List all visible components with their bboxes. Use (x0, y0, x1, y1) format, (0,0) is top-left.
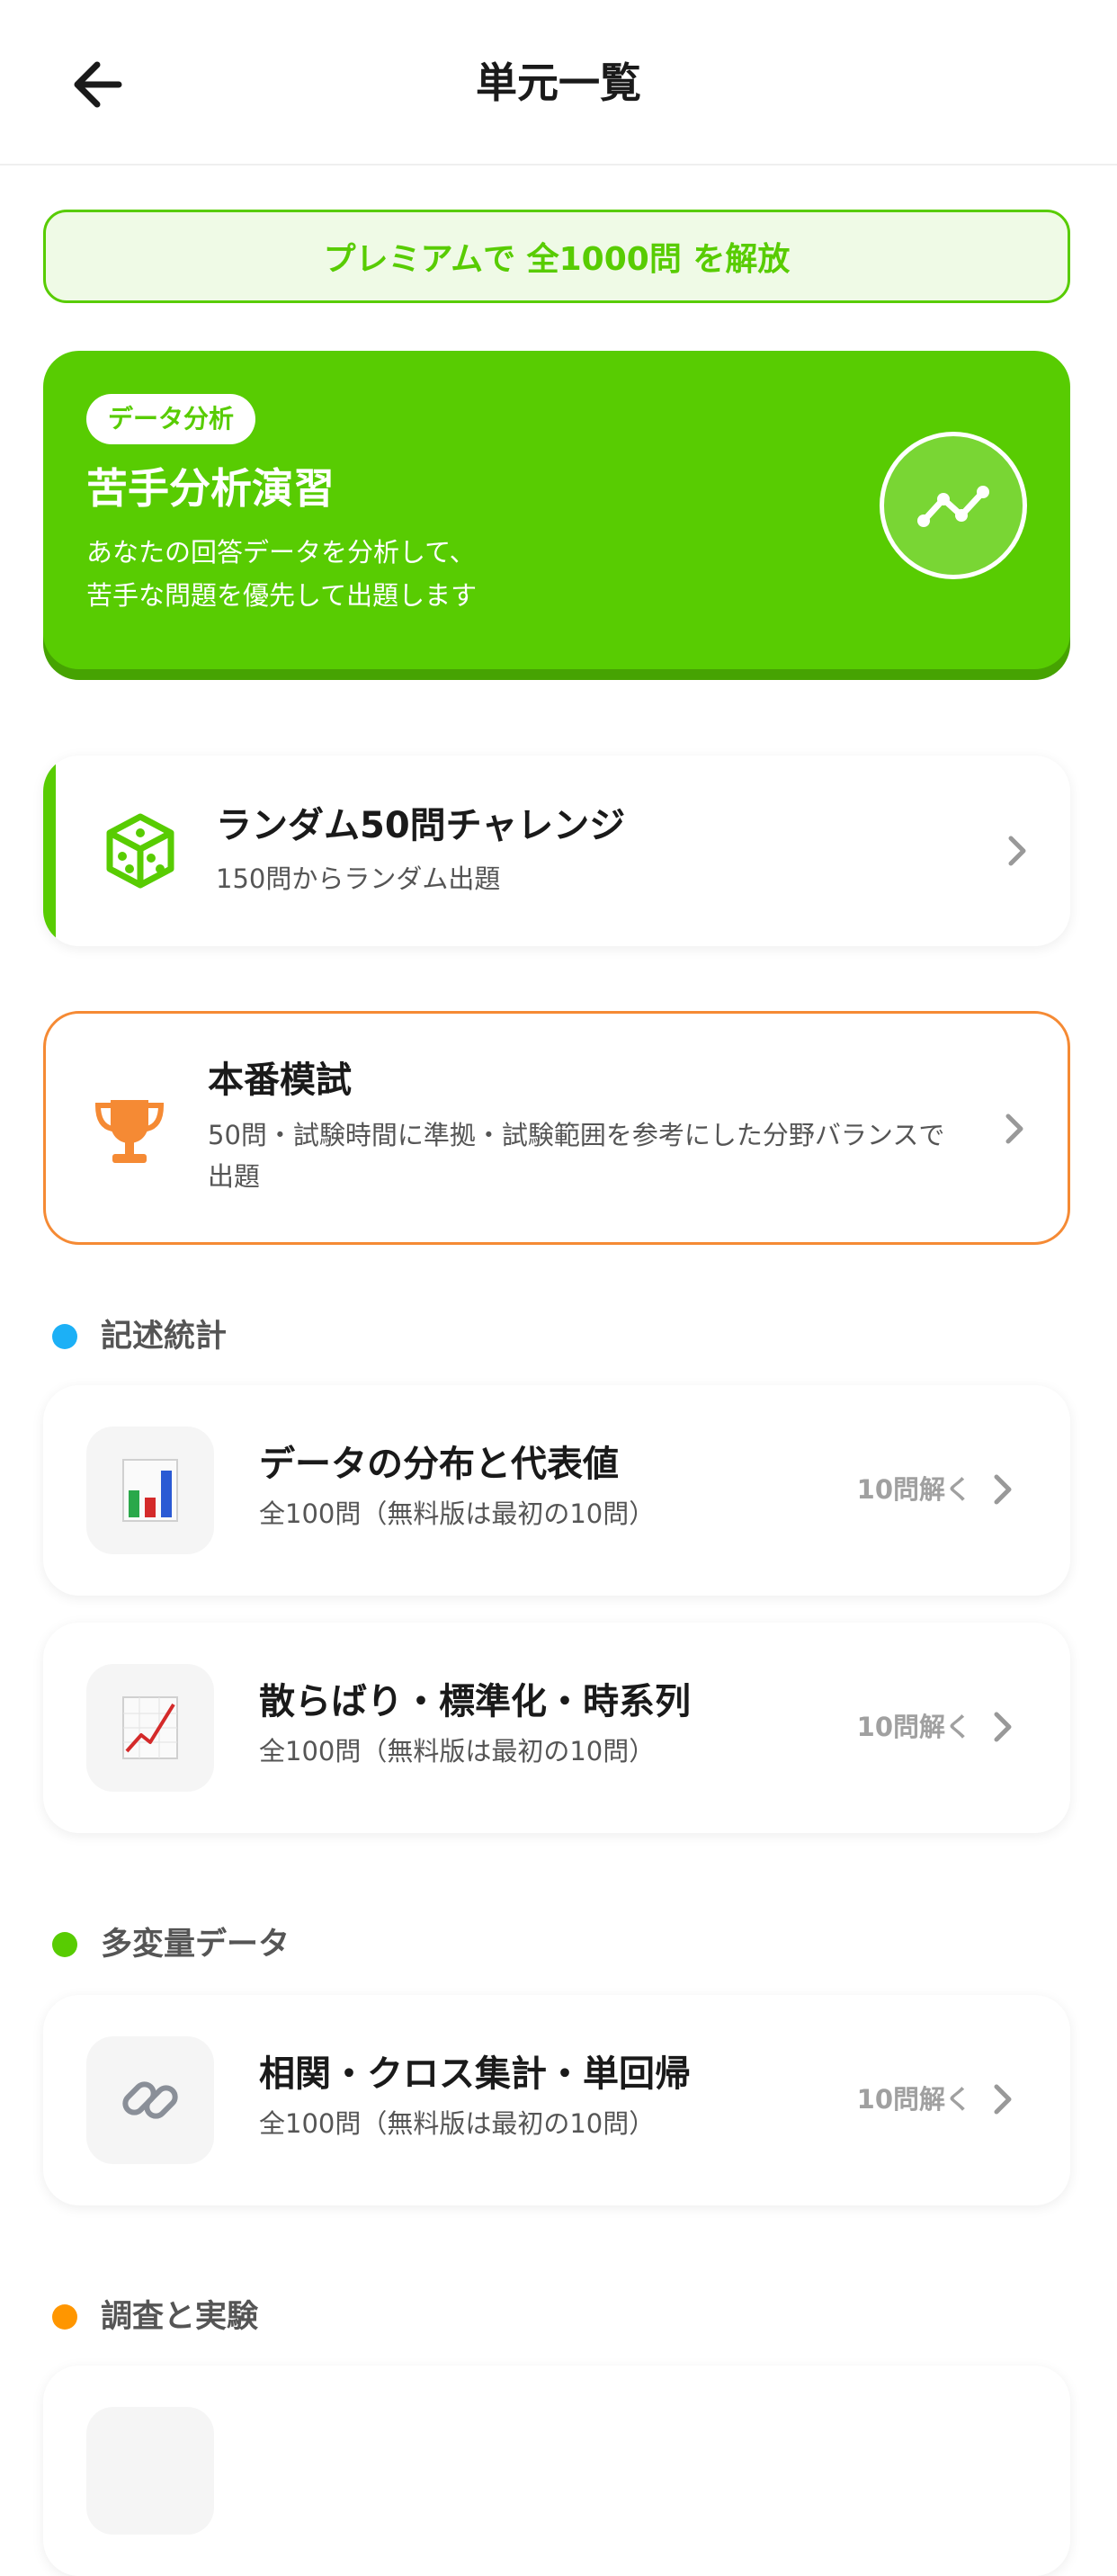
chevron-right-icon (1008, 836, 1026, 866)
section-header-multivariate: 多変量データ (52, 1923, 290, 1966)
card-accent-bar (43, 756, 56, 946)
page-title: 単元一覧 (476, 58, 641, 107)
unit-title: 散らばり・標準化・時系列 (259, 1681, 691, 1722)
unit-subtitle: 全100問（無料版は最初の10問） (259, 1736, 656, 1767)
premium-banner-text: プレミアムで 全1000問 を解放 (323, 241, 791, 278)
mock-exam-card[interactable]: 本番模試 50問・試験時間に準拠・試験範囲を参考にした分野バランスで出題 (43, 1011, 1070, 1245)
unit-title: データの分布と代表値 (259, 1444, 619, 1485)
unit-card-dispersion[interactable]: 散らばり・標準化・時系列 全100問（無料版は最初の10問） 10問解く (43, 1623, 1070, 1833)
unit-icon-box (86, 2407, 214, 2535)
mock-exam-subtitle: 50問・試験時間に準拠・試験範囲を参考にした分野バランスで出題 (208, 1120, 945, 1192)
section-dot (52, 2304, 77, 2330)
unit-card-correlation[interactable]: 相関・クロス集計・単回帰 全100問（無料版は最初の10問） 10問解く (43, 1995, 1070, 2205)
trophy-icon (94, 1100, 165, 1163)
chevron-right-icon (994, 2084, 1012, 2115)
feature-badge: データ分析 (86, 394, 256, 444)
unit-subtitle: 全100問（無料版は最初の10問） (259, 2108, 656, 2139)
section-label: 調査と実験 (101, 2299, 259, 2335)
line-chart-icon (86, 1664, 214, 1792)
unit-action-label: 10問解く (856, 1712, 971, 1742)
random-challenge-title: ランダム50問チャレンジ (216, 805, 626, 846)
unit-title: 相関・クロス集計・単回帰 (259, 2053, 691, 2095)
chevron-right-icon (994, 1712, 1012, 1742)
mock-exam-title: 本番模試 (208, 1060, 352, 1101)
section-label: 記述統計 (101, 1319, 228, 1355)
dice-icon (106, 813, 174, 889)
weakness-analysis-card[interactable]: データ分析 苦手分析演習 あなたの回答データを分析して、 苦手な問題を優先して出… (43, 351, 1070, 669)
unit-card-partial[interactable] (43, 2366, 1070, 2576)
feature-title: 苦手分析演習 (86, 464, 335, 513)
unit-card-distribution[interactable]: データの分布と代表値 全100問（無料版は最初の10問） 10問解く (43, 1385, 1070, 1596)
section-header-descriptive-statistics: 記述統計 (52, 1315, 227, 1358)
feature-description: あなたの回答データを分析して、 苦手な問題を優先して出題します (86, 537, 478, 611)
unit-action-label: 10問解く (856, 2084, 971, 2115)
bar-chart-icon (86, 1427, 214, 1554)
chevron-right-icon (994, 1474, 1012, 1505)
unit-action-label: 10問解く (856, 1474, 971, 1505)
chevron-right-icon (1005, 1114, 1023, 1144)
section-label: 多変量データ (101, 1927, 290, 1963)
trend-line-icon (880, 432, 1027, 579)
app-header: 単元一覧 (0, 0, 1117, 165)
section-header-survey-experiment: 調査と実験 (52, 2295, 258, 2339)
link-icon (86, 2036, 214, 2164)
random-challenge-subtitle: 150問からランダム出題 (216, 863, 501, 894)
random-challenge-card[interactable]: ランダム50問チャレンジ 150問からランダム出題 (43, 756, 1070, 946)
section-dot (52, 1324, 77, 1349)
section-dot (52, 1932, 77, 1957)
premium-unlock-banner[interactable]: プレミアムで 全1000問 を解放 (43, 210, 1070, 303)
unit-subtitle: 全100問（無料版は最初の10問） (259, 1498, 656, 1529)
